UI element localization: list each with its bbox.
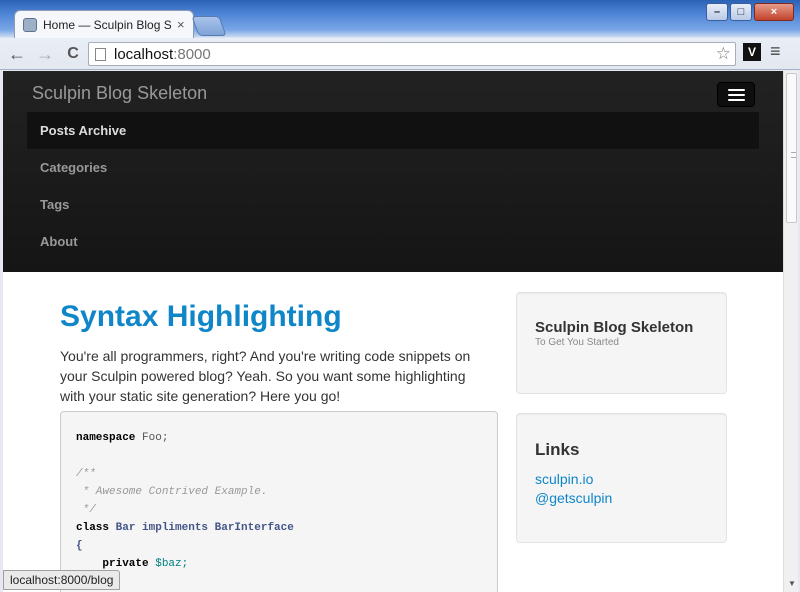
code-line: class Bar impliments BarInterface <box>76 519 497 537</box>
links-title: Links <box>535 440 580 459</box>
browser-tab[interactable]: Home — Sculpin Blog Ske × <box>14 10 194 38</box>
nav-toggle-button[interactable] <box>717 82 755 107</box>
hamburger-bar <box>727 93 745 96</box>
nav-item-tags[interactable]: Tags <box>27 186 759 223</box>
status-bar-url: localhost:8000/blog <box>3 570 121 590</box>
code-variable: $baz; <box>148 558 189 570</box>
code-keyword: private <box>76 558 149 570</box>
nav-item-categories[interactable]: Categories <box>27 149 759 186</box>
code-keyword: class <box>76 522 110 534</box>
vertical-scrollbar[interactable]: ▼ <box>783 71 798 592</box>
scrollbar-thumb[interactable] <box>786 73 797 223</box>
code-block: namespace Foo; /** * Awesome Contrived E… <box>60 411 498 592</box>
sidebar-tagline: To Get You Started <box>535 337 619 348</box>
close-window-button[interactable]: × <box>754 3 794 21</box>
page-icon <box>95 47 106 61</box>
reload-button[interactable]: C <box>62 45 84 63</box>
sidebar-title: Sculpin Blog Skeleton <box>535 319 694 336</box>
hamburger-bar <box>727 88 745 91</box>
address-bar[interactable]: localhost :8000 ☆ <box>88 42 736 66</box>
browser-menu-icon[interactable]: ≡ <box>770 41 781 62</box>
url-host: localhost <box>114 45 174 63</box>
scroll-down-arrow-icon[interactable]: ▼ <box>788 579 796 588</box>
tab-close-icon[interactable]: × <box>177 17 185 32</box>
code-keyword: namespace <box>76 432 136 444</box>
url-port: :8000 <box>173 45 211 63</box>
back-button[interactable]: ← <box>6 44 28 65</box>
maximize-button[interactable]: □ <box>730 3 752 21</box>
main-content: Syntax Highlighting You're all programme… <box>3 272 783 592</box>
nav-list: Posts Archive Categories Tags About <box>27 112 759 260</box>
link-getsculpin[interactable]: @getsculpin <box>535 489 708 508</box>
hamburger-bar <box>727 98 745 101</box>
window-controls: – □ × <box>706 3 794 21</box>
post-title[interactable]: Syntax Highlighting <box>60 300 342 334</box>
sidebar-about-well: Sculpin Blog Skeleton To Get You Started <box>516 292 727 394</box>
nav-item-about[interactable]: About <box>27 223 759 260</box>
code-brace: { <box>76 540 83 552</box>
bookmark-star-icon[interactable]: ☆ <box>716 44 731 64</box>
code-comment: * Awesome Contrived Example. <box>76 486 268 498</box>
tab-favicon-icon <box>23 17 37 32</box>
forward-button[interactable]: → <box>34 44 56 65</box>
code-class-name: Bar impliments BarInterface <box>109 522 294 534</box>
code-line: namespace Foo; <box>76 429 497 447</box>
post-intro: You're all programmers, right? And you'r… <box>60 348 471 404</box>
sidebar-links-well: Links sculpin.io @getsculpin <box>516 413 727 543</box>
tab-title: Home — Sculpin Blog Ske <box>43 17 171 32</box>
page-viewport: Sculpin Blog Skeleton Posts Archive Cate… <box>3 71 783 592</box>
site-brand[interactable]: Sculpin Blog Skeleton <box>32 83 207 104</box>
code-line: private $baz; <box>76 555 497 573</box>
code-comment: */ <box>76 504 96 516</box>
browser-toolbar: ← → C localhost :8000 ☆ <box>0 38 800 70</box>
extension-icon[interactable]: V <box>743 43 761 61</box>
code-comment: /** <box>76 468 96 480</box>
code-namespace: Foo; <box>135 432 169 444</box>
site-navbar: Sculpin Blog Skeleton Posts Archive Cate… <box>3 71 783 272</box>
nav-item-posts-archive[interactable]: Posts Archive <box>27 112 759 149</box>
link-sculpin-io[interactable]: sculpin.io <box>535 470 708 489</box>
minimize-button[interactable]: – <box>706 3 728 21</box>
scroll-grip-icon <box>791 152 796 158</box>
